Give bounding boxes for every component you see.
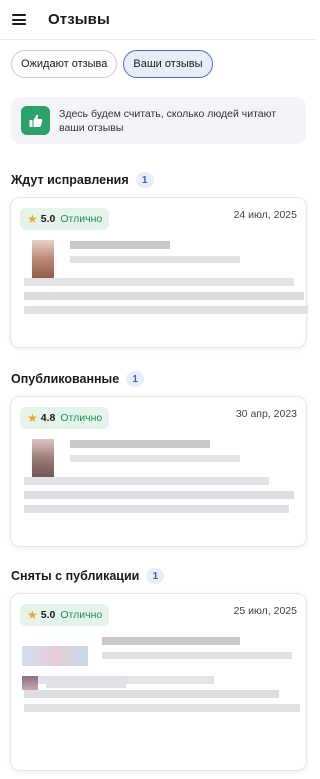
review-date: 24 июл, 2025 [233, 209, 297, 221]
app-header: Отзывы [0, 0, 317, 40]
count-badge: 1 [135, 172, 154, 188]
rating-label: Отлично [60, 412, 103, 424]
section-needs-fix: Ждут исправления 1 ★ 5.0 Отлично 24 июл,… [0, 171, 317, 348]
review-date: 30 апр, 2023 [235, 408, 297, 420]
rating-value: 5.0 [40, 213, 56, 225]
review-card[interactable]: ★ 4.8 Отлично 30 апр, 2023 [10, 396, 307, 547]
section-unpublished: Сняты с публикации 1 ★ 5.0 Отлично 25 ию… [0, 567, 317, 771]
review-date: 25 июл, 2025 [233, 605, 297, 617]
count-badge: 1 [146, 568, 165, 584]
section-published: Опубликованные 1 ★ 4.8 Отлично 30 апр, 2… [0, 370, 317, 547]
info-banner: Здесь будем считать, сколько людей читаю… [11, 97, 306, 144]
section-title: Ждут исправления [11, 173, 129, 187]
review-card[interactable]: ★ 5.0 Отлично 25 июл, 2025 [10, 593, 307, 771]
section-title: Опубликованные [11, 372, 120, 386]
count-badge: 1 [126, 371, 145, 387]
page-title: Отзывы [48, 11, 110, 28]
info-text: Здесь будем считать, сколько людей читаю… [59, 107, 277, 134]
rating-badge: ★ 5.0 Отлично [20, 604, 110, 626]
rating-value: 4.8 [40, 412, 56, 424]
section-title: Сняты с публикации [11, 569, 140, 583]
tab-your-reviews[interactable]: Ваши отзывы [123, 50, 213, 78]
rating-label: Отлично [60, 609, 103, 621]
rating-value: 5.0 [40, 609, 56, 621]
star-icon: ★ [27, 411, 38, 425]
menu-icon[interactable] [12, 14, 26, 25]
rating-badge: ★ 5.0 Отлично [20, 208, 110, 230]
star-icon: ★ [27, 212, 38, 226]
thumbs-up-icon [21, 106, 50, 135]
review-tabs: Ожидают отзыва Ваши отзывы [0, 40, 317, 78]
tab-awaiting-review[interactable]: Ожидают отзыва [11, 50, 118, 78]
rating-label: Отлично [60, 213, 103, 225]
star-icon: ★ [27, 608, 38, 622]
review-card[interactable]: ★ 5.0 Отлично 24 июл, 2025 [10, 197, 308, 348]
rating-badge: ★ 4.8 Отлично [20, 407, 110, 429]
